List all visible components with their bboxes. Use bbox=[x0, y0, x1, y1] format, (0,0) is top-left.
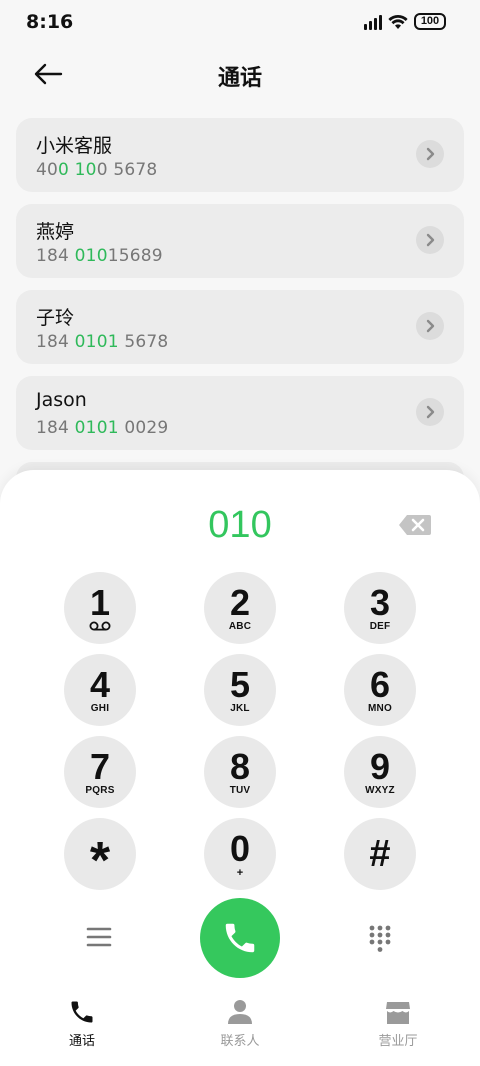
contact-list: 小米客服 400 100 5678 燕婷 184 01015689 子玲 184… bbox=[16, 118, 464, 462]
key-digit: 8 bbox=[229, 746, 251, 787]
number-part: 5678 bbox=[118, 332, 169, 352]
status-time: 8:16 bbox=[26, 11, 74, 33]
dialpad-sheet: 010 1 2 ABC 3 DEF 4 GHI 5 JKL 6 MNO 7 PQ… bbox=[0, 470, 480, 1066]
contact-name: 小米客服 bbox=[36, 135, 113, 157]
key-digit: 4 bbox=[89, 664, 111, 705]
key-3[interactable]: 3 DEF bbox=[344, 572, 416, 644]
key-symbol: * bbox=[89, 832, 111, 890]
contact-card[interactable]: Jason 184 0101 0029 bbox=[16, 376, 464, 450]
key-0[interactable]: 0 + bbox=[204, 818, 276, 890]
contact-number: 184 01015689 bbox=[36, 246, 163, 266]
nav-label: 营业厅 bbox=[378, 1034, 418, 1049]
key-1[interactable]: 1 bbox=[64, 572, 136, 644]
key-digit: 1 bbox=[89, 582, 111, 623]
nav-item-contacts[interactable]: 联系人 bbox=[200, 998, 280, 1049]
contact-number: 184 0101 0029 bbox=[36, 418, 168, 438]
key-digit: 5 bbox=[229, 664, 251, 705]
key-8[interactable]: 8 TUV bbox=[204, 736, 276, 808]
key-9[interactable]: 9 WXYZ bbox=[344, 736, 416, 808]
key-hash[interactable]: # bbox=[344, 818, 416, 890]
page-title: 通话 bbox=[217, 66, 262, 91]
key-star[interactable]: * bbox=[64, 818, 136, 890]
dialpad-toggle-button[interactable] bbox=[369, 925, 391, 953]
nav-item-calls[interactable]: 通话 bbox=[42, 998, 122, 1049]
wifi-icon bbox=[388, 14, 408, 29]
key-5[interactable]: 5 JKL bbox=[204, 654, 276, 726]
contact-card[interactable]: 小米客服 400 100 5678 bbox=[16, 118, 464, 192]
signal-icon bbox=[364, 14, 382, 30]
key-4[interactable]: 4 GHI bbox=[64, 654, 136, 726]
contact-card[interactable]: 燕婷 184 01015689 bbox=[16, 204, 464, 278]
key-digit: 9 bbox=[369, 746, 391, 787]
contact-name: 燕婷 bbox=[36, 221, 75, 243]
key-letters: MNO bbox=[368, 703, 392, 714]
chevron-right-icon[interactable] bbox=[416, 312, 444, 340]
menu-icon bbox=[86, 927, 112, 947]
nav-label: 联系人 bbox=[220, 1034, 260, 1049]
key-2[interactable]: 2 ABC bbox=[204, 572, 276, 644]
key-letters: ABC bbox=[228, 621, 252, 632]
key-7[interactable]: 7 PQRS bbox=[64, 736, 136, 808]
contact-number: 184 0101 5678 bbox=[36, 332, 168, 352]
backspace-button[interactable] bbox=[398, 514, 432, 536]
contact-number: 400 100 5678 bbox=[36, 160, 157, 180]
key-digit: 6 bbox=[369, 664, 391, 705]
key-letters: DEF bbox=[369, 621, 391, 632]
call-button[interactable] bbox=[200, 898, 280, 978]
key-letters: TUV bbox=[229, 785, 251, 796]
chevron-right-icon[interactable] bbox=[416, 226, 444, 254]
number-part: 15689 bbox=[107, 246, 163, 266]
number-part: 0029 bbox=[118, 418, 169, 438]
person-icon bbox=[228, 1000, 252, 1024]
number-match: 0101 bbox=[74, 332, 119, 352]
key-digit: 0 bbox=[229, 828, 251, 869]
nav-label: 通话 bbox=[68, 1034, 95, 1049]
phone-icon bbox=[71, 1001, 93, 1023]
number-part: 184 bbox=[36, 418, 75, 438]
menu-button[interactable] bbox=[86, 926, 112, 948]
number-part: 184 bbox=[36, 246, 75, 266]
store-icon bbox=[386, 1002, 410, 1024]
nav-item-store[interactable]: 营业厅 bbox=[358, 998, 438, 1049]
status-icons: 100 bbox=[364, 13, 446, 30]
contact-card[interactable]: 子玲 184 0101 5678 bbox=[16, 290, 464, 364]
status-bar: 8:16 100 bbox=[0, 0, 480, 46]
key-letters: + bbox=[236, 867, 244, 879]
header: 通话 bbox=[0, 50, 480, 98]
key-letters: JKL bbox=[230, 703, 250, 714]
number-match: 0101 bbox=[74, 418, 119, 438]
number-part: 184 bbox=[36, 332, 75, 352]
key-letters: WXYZ bbox=[365, 785, 395, 796]
contact-name: Jason bbox=[36, 389, 87, 411]
backspace-icon bbox=[399, 515, 431, 535]
key-letters: PQRS bbox=[85, 785, 115, 796]
key-digit: 7 bbox=[89, 746, 111, 787]
number-part: 40 bbox=[36, 160, 59, 180]
key-symbol: # bbox=[369, 833, 391, 875]
key-digit: 3 bbox=[369, 582, 391, 623]
chevron-right-icon[interactable] bbox=[416, 140, 444, 168]
contact-name: 子玲 bbox=[36, 307, 75, 329]
bottom-nav: 通话 联系人 营业厅 bbox=[0, 998, 480, 1058]
key-letters: GHI bbox=[90, 703, 110, 714]
key-digit: 2 bbox=[229, 582, 251, 623]
number-part: 0 5678 bbox=[96, 160, 158, 180]
battery-icon: 100 bbox=[414, 13, 446, 30]
phone-icon bbox=[225, 923, 255, 953]
number-match: 010 bbox=[74, 246, 108, 266]
number-match: 0 10 bbox=[58, 160, 97, 180]
chevron-right-icon[interactable] bbox=[416, 398, 444, 426]
key-6[interactable]: 6 MNO bbox=[344, 654, 416, 726]
dialpad-icon bbox=[369, 925, 391, 952]
